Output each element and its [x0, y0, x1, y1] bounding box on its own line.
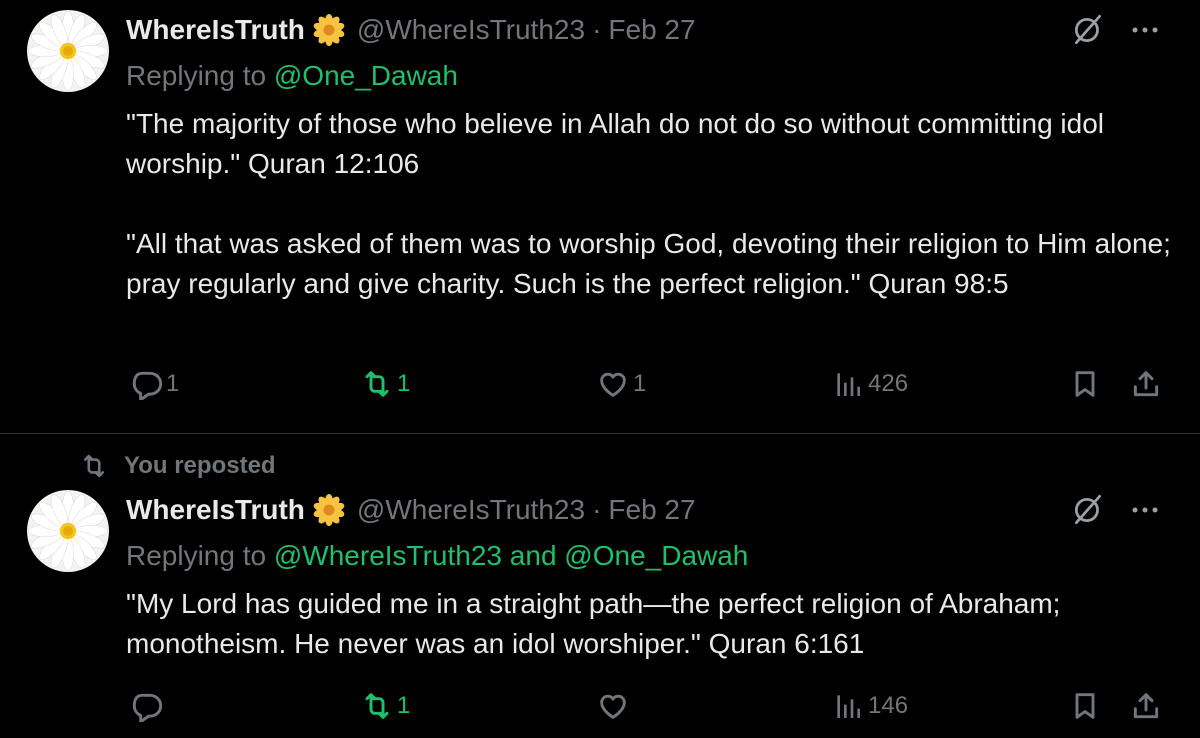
replying-to: Replying to @WhereIsTruth23 and @One_Daw… — [126, 540, 748, 572]
reply-icon — [132, 693, 162, 722]
heart-icon — [600, 372, 626, 397]
tweet-header: WhereIsTruth @WhereIsTruth23 · Feb 27 — [126, 492, 696, 528]
view-count: 146 — [868, 692, 909, 719]
reply-button[interactable]: 1 — [130, 368, 179, 400]
more-options-icon[interactable] — [1128, 493, 1162, 527]
mention-link[interactable]: @One_Dawah — [564, 540, 748, 571]
views-icon — [837, 373, 860, 396]
tweet[interactable]: WhereIsTruth @WhereIsTruth23 · Feb 27 Re… — [0, 0, 1200, 434]
repost-icon — [365, 371, 389, 397]
mention-joiner: and — [502, 540, 565, 571]
repost-count: 1 — [397, 692, 411, 719]
user-handle[interactable]: @WhereIsTruth23 — [357, 494, 585, 526]
action-bar: 1 1 1 426 — [0, 368, 1200, 408]
repost-button[interactable]: 1 — [361, 368, 410, 400]
bookmark-button[interactable] — [1069, 690, 1101, 722]
daisy-avatar-image — [27, 10, 109, 92]
bookmark-icon — [1075, 693, 1095, 719]
replying-to: Replying to @One_Dawah — [126, 60, 458, 92]
views-icon — [837, 695, 860, 718]
avatar[interactable] — [27, 10, 109, 92]
like-button[interactable]: 1 — [597, 368, 646, 400]
replying-prefix: Replying to — [126, 60, 274, 91]
post-date[interactable]: Feb 27 — [608, 14, 695, 46]
repost-button[interactable]: 1 — [361, 690, 410, 722]
flower-badge-icon — [312, 14, 345, 46]
action-bar: 1 146 — [0, 690, 1200, 730]
display-name[interactable]: WhereIsTruth — [126, 14, 305, 46]
top-actions — [1070, 492, 1162, 528]
tweet-text: "The majority of those who believe in Al… — [126, 104, 1186, 304]
bookmark-button[interactable] — [1069, 368, 1101, 400]
repost-icon — [365, 693, 389, 719]
tweet-paragraph: "My Lord has guided me in a straight pat… — [126, 588, 1061, 659]
like-count: 1 — [633, 370, 647, 397]
separator-dot: · — [592, 14, 602, 45]
repost-count: 1 — [397, 370, 411, 397]
share-icon — [1133, 371, 1159, 397]
reply-button[interactable] — [130, 690, 162, 722]
tweet[interactable]: You reposted WhereIsTruth @WhereIsTruth2… — [0, 434, 1200, 738]
reply-count: 1 — [166, 370, 180, 397]
repost-icon — [83, 454, 105, 478]
user-handle[interactable]: @WhereIsTruth23 — [357, 14, 585, 46]
views-button[interactable]: 426 — [832, 368, 908, 400]
mention-link[interactable]: @WhereIsTruth23 — [274, 540, 502, 571]
share-button[interactable] — [1130, 368, 1162, 400]
bookmark-icon — [1075, 371, 1095, 397]
views-button[interactable]: 146 — [832, 690, 908, 722]
like-button[interactable] — [597, 690, 629, 722]
share-icon — [1133, 693, 1159, 719]
more-options-icon[interactable] — [1128, 13, 1162, 47]
replying-prefix: Replying to — [126, 540, 274, 571]
reply-icon — [132, 371, 162, 400]
post-date[interactable]: Feb 27 — [608, 494, 695, 526]
grok-icon[interactable] — [1070, 492, 1106, 528]
top-actions — [1070, 12, 1162, 48]
share-button[interactable] — [1130, 690, 1162, 722]
daisy-avatar-image — [27, 490, 109, 572]
heart-icon — [600, 694, 626, 719]
repost-context: You reposted — [80, 452, 276, 480]
tweet-text: "My Lord has guided me in a straight pat… — [126, 584, 1186, 664]
view-count: 426 — [868, 370, 909, 397]
display-name[interactable]: WhereIsTruth — [126, 494, 305, 526]
mention-link[interactable]: @One_Dawah — [274, 60, 458, 91]
repost-label: You reposted — [124, 452, 276, 479]
separator-dot: · — [592, 494, 602, 525]
tweet-paragraph: "The majority of those who believe in Al… — [126, 108, 1105, 179]
tweet-header: WhereIsTruth @WhereIsTruth23 · Feb 27 — [126, 12, 696, 48]
grok-icon[interactable] — [1070, 12, 1106, 48]
flower-badge-icon — [312, 494, 345, 526]
tweet-paragraph: "All that was asked of them was to worsh… — [126, 228, 1171, 299]
avatar[interactable] — [27, 490, 109, 572]
